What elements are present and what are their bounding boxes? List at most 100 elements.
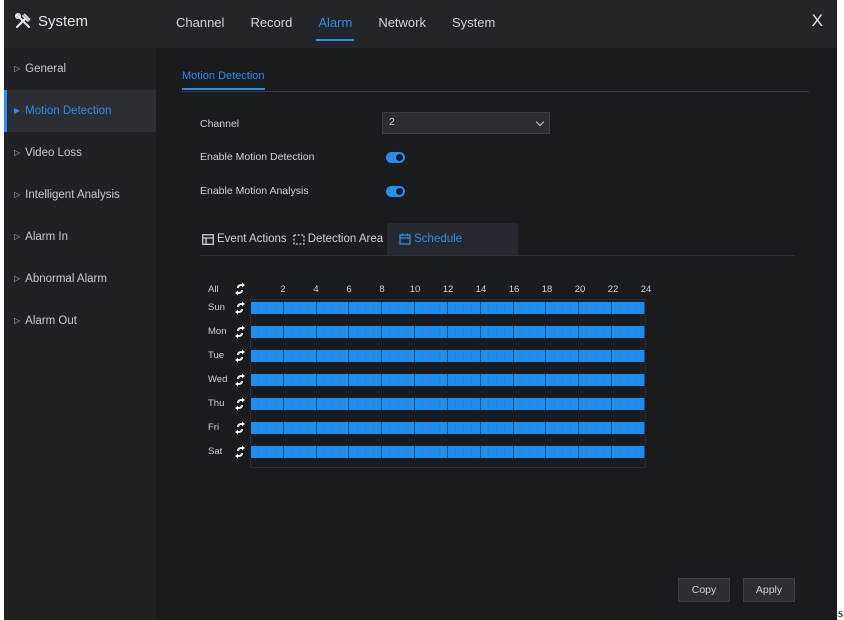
schedule-cell[interactable] (538, 350, 547, 362)
schedule-cell[interactable] (382, 374, 391, 386)
schedule-cell[interactable] (365, 350, 375, 362)
schedule-cell[interactable] (570, 326, 580, 338)
schedule-cell[interactable] (324, 302, 334, 314)
schedule-cell[interactable] (570, 350, 580, 362)
schedule-cell[interactable] (628, 422, 637, 434)
schedule-cell[interactable] (423, 422, 432, 434)
schedule-cell[interactable] (620, 422, 629, 434)
schedule-cell[interactable] (611, 326, 621, 338)
schedule-cell[interactable] (603, 326, 612, 338)
schedule-cell[interactable] (259, 302, 268, 314)
schedule-cell[interactable] (611, 422, 621, 434)
schedule-cell[interactable] (275, 326, 284, 338)
schedule-cell[interactable] (406, 422, 416, 434)
schedule-cell[interactable] (300, 446, 309, 458)
schedule-cell[interactable] (357, 350, 366, 362)
schedule-cell[interactable] (333, 350, 342, 362)
schedule-cell[interactable] (316, 422, 325, 434)
enable-motion-analysis-toggle[interactable] (386, 186, 405, 197)
schedule-cell[interactable] (505, 350, 514, 362)
schedule-cell[interactable] (603, 398, 612, 410)
schedule-cell[interactable] (415, 446, 424, 458)
schedule-cell[interactable] (316, 374, 325, 386)
schedule-cell[interactable] (365, 398, 375, 410)
tab-alarm[interactable]: Alarm (316, 0, 355, 48)
schedule-cell[interactable] (300, 422, 309, 434)
schedule-cell[interactable] (308, 398, 317, 410)
schedule-cell[interactable] (538, 446, 547, 458)
schedule-cell[interactable] (587, 326, 596, 338)
schedule-cell[interactable] (398, 302, 407, 314)
schedule-cell[interactable] (357, 374, 366, 386)
schedule-cell[interactable] (579, 398, 588, 410)
schedule-cell[interactable] (595, 398, 604, 410)
schedule-cell[interactable] (456, 446, 465, 458)
row-toggle-icon-tue[interactable] (234, 349, 246, 363)
schedule-cell[interactable] (488, 422, 498, 434)
schedule-cell[interactable] (497, 422, 506, 434)
schedule-cell[interactable] (292, 422, 301, 434)
schedule-cell[interactable] (431, 302, 440, 314)
schedule-cell[interactable] (333, 422, 342, 434)
schedule-cell[interactable] (341, 398, 350, 410)
schedule-row-fri[interactable] (250, 421, 646, 435)
schedule-cell[interactable] (316, 302, 325, 314)
schedule-cell[interactable] (480, 326, 489, 338)
schedule-cell[interactable] (595, 302, 604, 314)
schedule-cell[interactable] (349, 374, 358, 386)
schedule-cell[interactable] (251, 374, 260, 386)
schedule-cell[interactable] (439, 398, 448, 410)
schedule-cell[interactable] (480, 302, 489, 314)
schedule-cell[interactable] (365, 446, 375, 458)
schedule-cell[interactable] (300, 302, 309, 314)
schedule-cell[interactable] (497, 398, 506, 410)
schedule-cell[interactable] (472, 398, 481, 410)
schedule-cell[interactable] (472, 350, 481, 362)
schedule-cell[interactable] (308, 446, 317, 458)
schedule-cell[interactable] (374, 422, 383, 434)
schedule-cell[interactable] (374, 326, 383, 338)
schedule-cell[interactable] (620, 446, 629, 458)
close-button[interactable]: X (812, 11, 823, 31)
schedule-cell[interactable] (603, 422, 612, 434)
schedule-cell[interactable] (439, 422, 448, 434)
schedule-cell[interactable] (333, 302, 342, 314)
schedule-cell[interactable] (513, 446, 522, 458)
schedule-cell[interactable] (259, 350, 268, 362)
schedule-cell[interactable] (579, 422, 588, 434)
schedule-cell[interactable] (267, 446, 276, 458)
copy-button[interactable]: Copy (678, 578, 730, 602)
schedule-cell[interactable] (439, 374, 448, 386)
schedule-cell[interactable] (546, 422, 555, 434)
schedule-cell[interactable] (300, 398, 309, 410)
schedule-cell[interactable] (620, 374, 629, 386)
schedule-cell[interactable] (611, 302, 621, 314)
schedule-cell[interactable] (251, 326, 260, 338)
schedule-cell[interactable] (611, 374, 621, 386)
schedule-cell[interactable] (546, 350, 555, 362)
select-all-toggle-icon[interactable] (234, 282, 246, 296)
schedule-cell[interactable] (488, 302, 498, 314)
schedule-cell[interactable] (349, 398, 358, 410)
schedule-cell[interactable] (464, 302, 473, 314)
schedule-cell[interactable] (529, 374, 539, 386)
schedule-cell[interactable] (538, 398, 547, 410)
schedule-cell[interactable] (251, 350, 260, 362)
schedule-cell[interactable] (324, 446, 334, 458)
tab-system[interactable]: System (452, 0, 495, 48)
schedule-cell[interactable] (480, 422, 489, 434)
tab-network[interactable]: Network (378, 0, 426, 48)
schedule-cell[interactable] (579, 302, 588, 314)
schedule-cell[interactable] (497, 350, 506, 362)
schedule-cell[interactable] (267, 350, 276, 362)
schedule-cell[interactable] (505, 374, 514, 386)
schedule-cell[interactable] (267, 374, 276, 386)
schedule-cell[interactable] (292, 302, 301, 314)
schedule-cell[interactable] (628, 446, 637, 458)
schedule-cell[interactable] (620, 350, 629, 362)
schedule-cell[interactable] (464, 374, 473, 386)
schedule-cell[interactable] (341, 350, 350, 362)
schedule-cell[interactable] (554, 398, 563, 410)
schedule-cell[interactable] (538, 302, 547, 314)
schedule-cell[interactable] (300, 326, 309, 338)
